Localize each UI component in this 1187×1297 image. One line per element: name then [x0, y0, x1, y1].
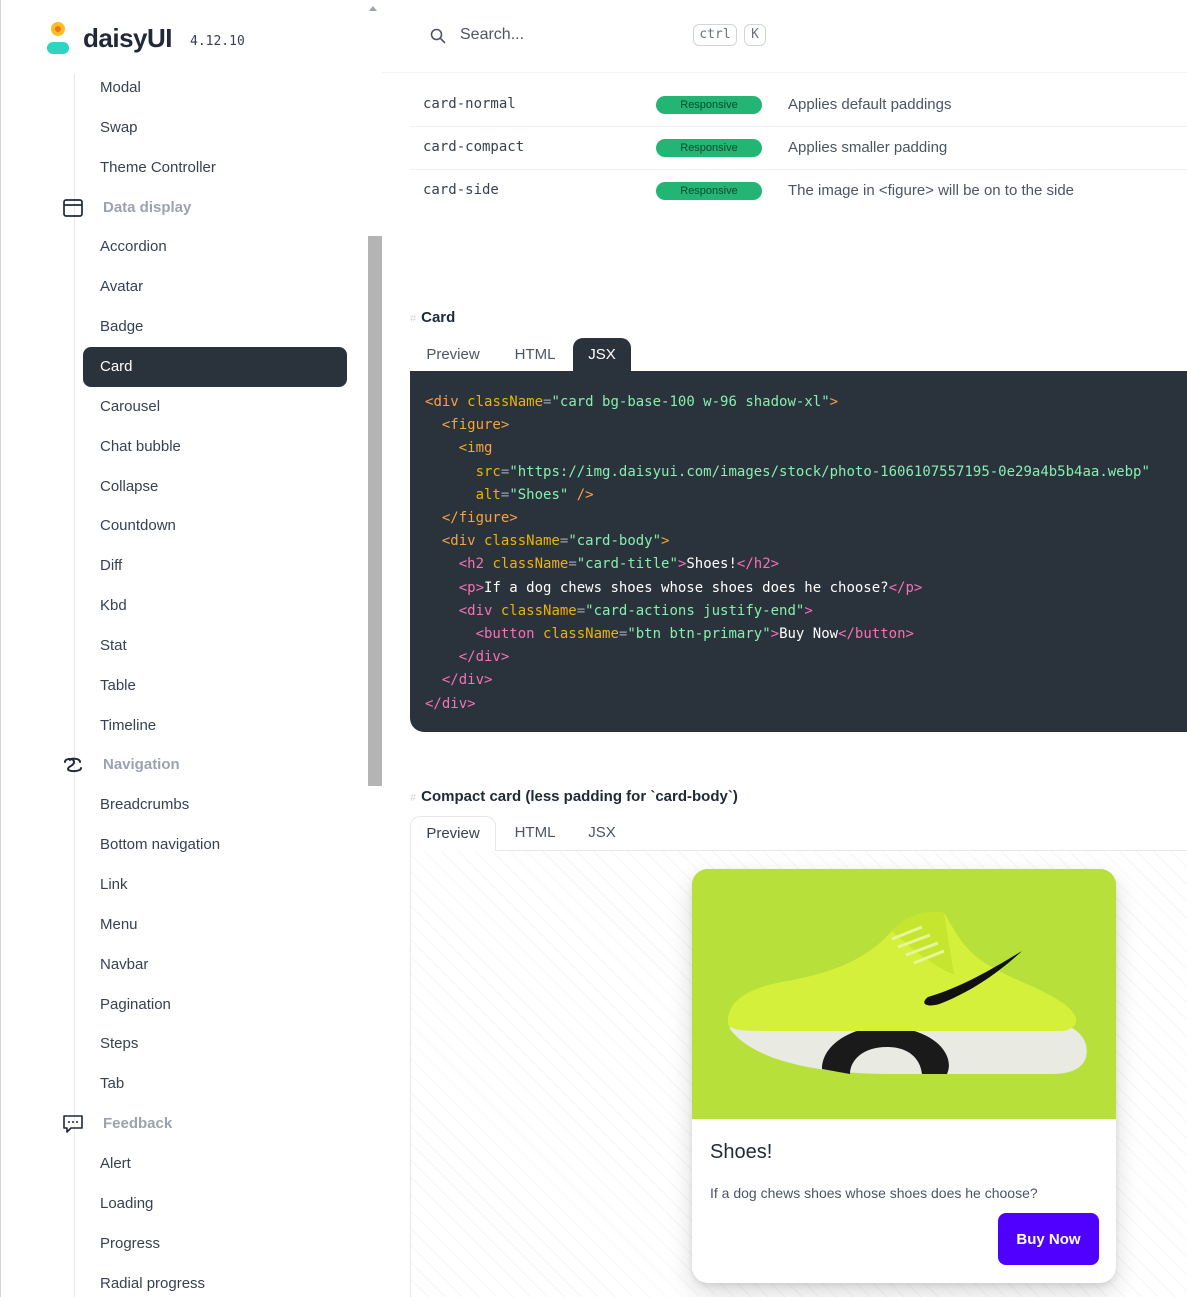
anchor-hash[interactable]: # — [410, 792, 416, 804]
sidebar-item-link[interactable]: Link — [83, 865, 347, 905]
code-block[interactable]: <div className="card bg-base-100 w-96 sh… — [410, 371, 1187, 732]
route-icon — [61, 753, 85, 777]
sidebar-section-data-display: Data display — [61, 188, 191, 228]
sidebar-item-badge[interactable]: Badge — [83, 307, 347, 347]
shoe-image — [692, 869, 1116, 1119]
sidebar-item-bottom-navigation[interactable]: Bottom navigation — [83, 825, 347, 865]
table-row: card-compact Responsive Applies smaller … — [410, 127, 1187, 170]
version-badge[interactable]: 4.12.10 — [190, 34, 245, 49]
tab-html[interactable]: HTML — [496, 338, 574, 372]
sidebar: daisyUI 4.12.10 Modal Swap Theme Controlle… — [0, 0, 382, 1297]
tab-preview[interactable]: Preview — [410, 338, 496, 372]
sidebar-item-pagination[interactable]: Pagination — [83, 985, 347, 1025]
sidebar-section-navigation: Navigation — [61, 745, 180, 785]
kbd-ctrl: ctrl — [693, 24, 737, 46]
sidebar-item-diff[interactable]: Diff — [83, 546, 347, 586]
sidebar-item-tab[interactable]: Tab — [83, 1064, 347, 1104]
sidebar-item-table[interactable]: Table — [83, 666, 347, 706]
card: Shoes! If a dog chews shoes whose shoes … — [692, 869, 1116, 1283]
section-title-compact-card[interactable]: # Compact card (less padding for `card-bo… — [410, 788, 738, 805]
sidebar-item-steps[interactable]: Steps — [83, 1024, 347, 1064]
sidebar-item-kbd[interactable]: Kbd — [83, 586, 347, 626]
card-figure — [692, 869, 1116, 1119]
tab-jsx[interactable]: JSX — [573, 338, 631, 372]
sidebar-item-collapse[interactable]: Collapse — [83, 467, 347, 507]
brand-name: daisyUI — [83, 22, 173, 53]
section-title-card[interactable]: # Card — [410, 309, 455, 326]
sidebar-item-card[interactable]: Card — [83, 346, 347, 387]
search-icon — [430, 28, 446, 44]
class-name: card-normal — [423, 96, 516, 112]
daisyui-logo-icon — [45, 20, 71, 56]
responsive-badge: Responsive — [656, 96, 762, 114]
kbd-k: K — [744, 24, 766, 46]
sidebar-item-menu[interactable]: Menu — [83, 905, 347, 945]
sidebar-section-label: Feedback — [103, 1115, 173, 1133]
card-text: If a dog chews shoes whose shoes does he… — [710, 1185, 1038, 1201]
sidebar-item-chat-bubble[interactable]: Chat bubble — [83, 427, 347, 467]
tab-preview[interactable]: Preview — [410, 816, 496, 851]
sidebar-item-radial-progress[interactable]: Radial progress — [83, 1264, 347, 1297]
sidebar-item-countdown[interactable]: Countdown — [83, 506, 347, 546]
sidebar-item-accordion[interactable]: Accordion — [83, 227, 347, 267]
tab-jsx[interactable]: JSX — [573, 816, 631, 850]
sidebar-item-alert[interactable]: Alert — [83, 1144, 347, 1184]
anchor-hash[interactable]: # — [410, 313, 416, 325]
class-name: card-compact — [423, 139, 525, 155]
class-name: card-side — [423, 182, 499, 198]
table-row: card-side Responsive The image in <figur… — [410, 170, 1187, 212]
brand[interactable]: daisyUI 4.12.10 — [45, 18, 245, 58]
class-description: Applies smaller padding — [788, 139, 948, 156]
sidebar-item-progress[interactable]: Progress — [83, 1224, 347, 1264]
sidebar-item-theme-controller[interactable]: Theme Controller — [83, 148, 347, 188]
top-bar: Search... ctrl K — [382, 0, 1187, 73]
scrollbar-up-arrow-icon[interactable] — [369, 6, 377, 11]
modifiers-table: card-normal Responsive Applies default p… — [410, 84, 1187, 212]
responsive-badge: Responsive — [656, 182, 762, 200]
sidebar-section-feedback: Feedback — [61, 1104, 172, 1144]
card-title: Shoes! — [710, 1141, 773, 1163]
table-row: card-normal Responsive Applies default p… — [410, 84, 1187, 127]
sidebar-item-loading[interactable]: Loading — [83, 1184, 347, 1224]
sidebar-item-avatar[interactable]: Avatar — [83, 267, 347, 307]
responsive-badge: Responsive — [656, 139, 762, 157]
chat-icon — [61, 1112, 85, 1136]
sidebar-item-modal[interactable]: Modal — [83, 74, 347, 108]
sidebar-item-breadcrumbs[interactable]: Breadcrumbs — [83, 785, 347, 825]
sidebar-item-navbar[interactable]: Navbar — [83, 945, 347, 985]
tab-html[interactable]: HTML — [496, 816, 574, 850]
sidebar-item-swap[interactable]: Swap — [83, 108, 347, 148]
sidebar-section-label: Data display — [103, 198, 192, 216]
sidebar-item-carousel[interactable]: Carousel — [83, 387, 347, 427]
sidebar-scrollbar-thumb[interactable] — [368, 236, 382, 786]
sidebar-item-stat[interactable]: Stat — [83, 626, 347, 666]
class-description: The image in <figure> will be on to the … — [788, 182, 1075, 199]
buy-now-button[interactable]: Buy Now — [998, 1213, 1099, 1265]
class-description: Applies default paddings — [788, 96, 952, 113]
search-input[interactable]: Search... — [460, 26, 524, 44]
sidebar-section-label: Navigation — [103, 756, 180, 774]
window-icon — [61, 196, 85, 220]
sidebar-item-timeline[interactable]: Timeline — [83, 706, 347, 746]
sidebar-nav: Modal Swap Theme Controller Data display Acc… — [1, 74, 361, 1297]
